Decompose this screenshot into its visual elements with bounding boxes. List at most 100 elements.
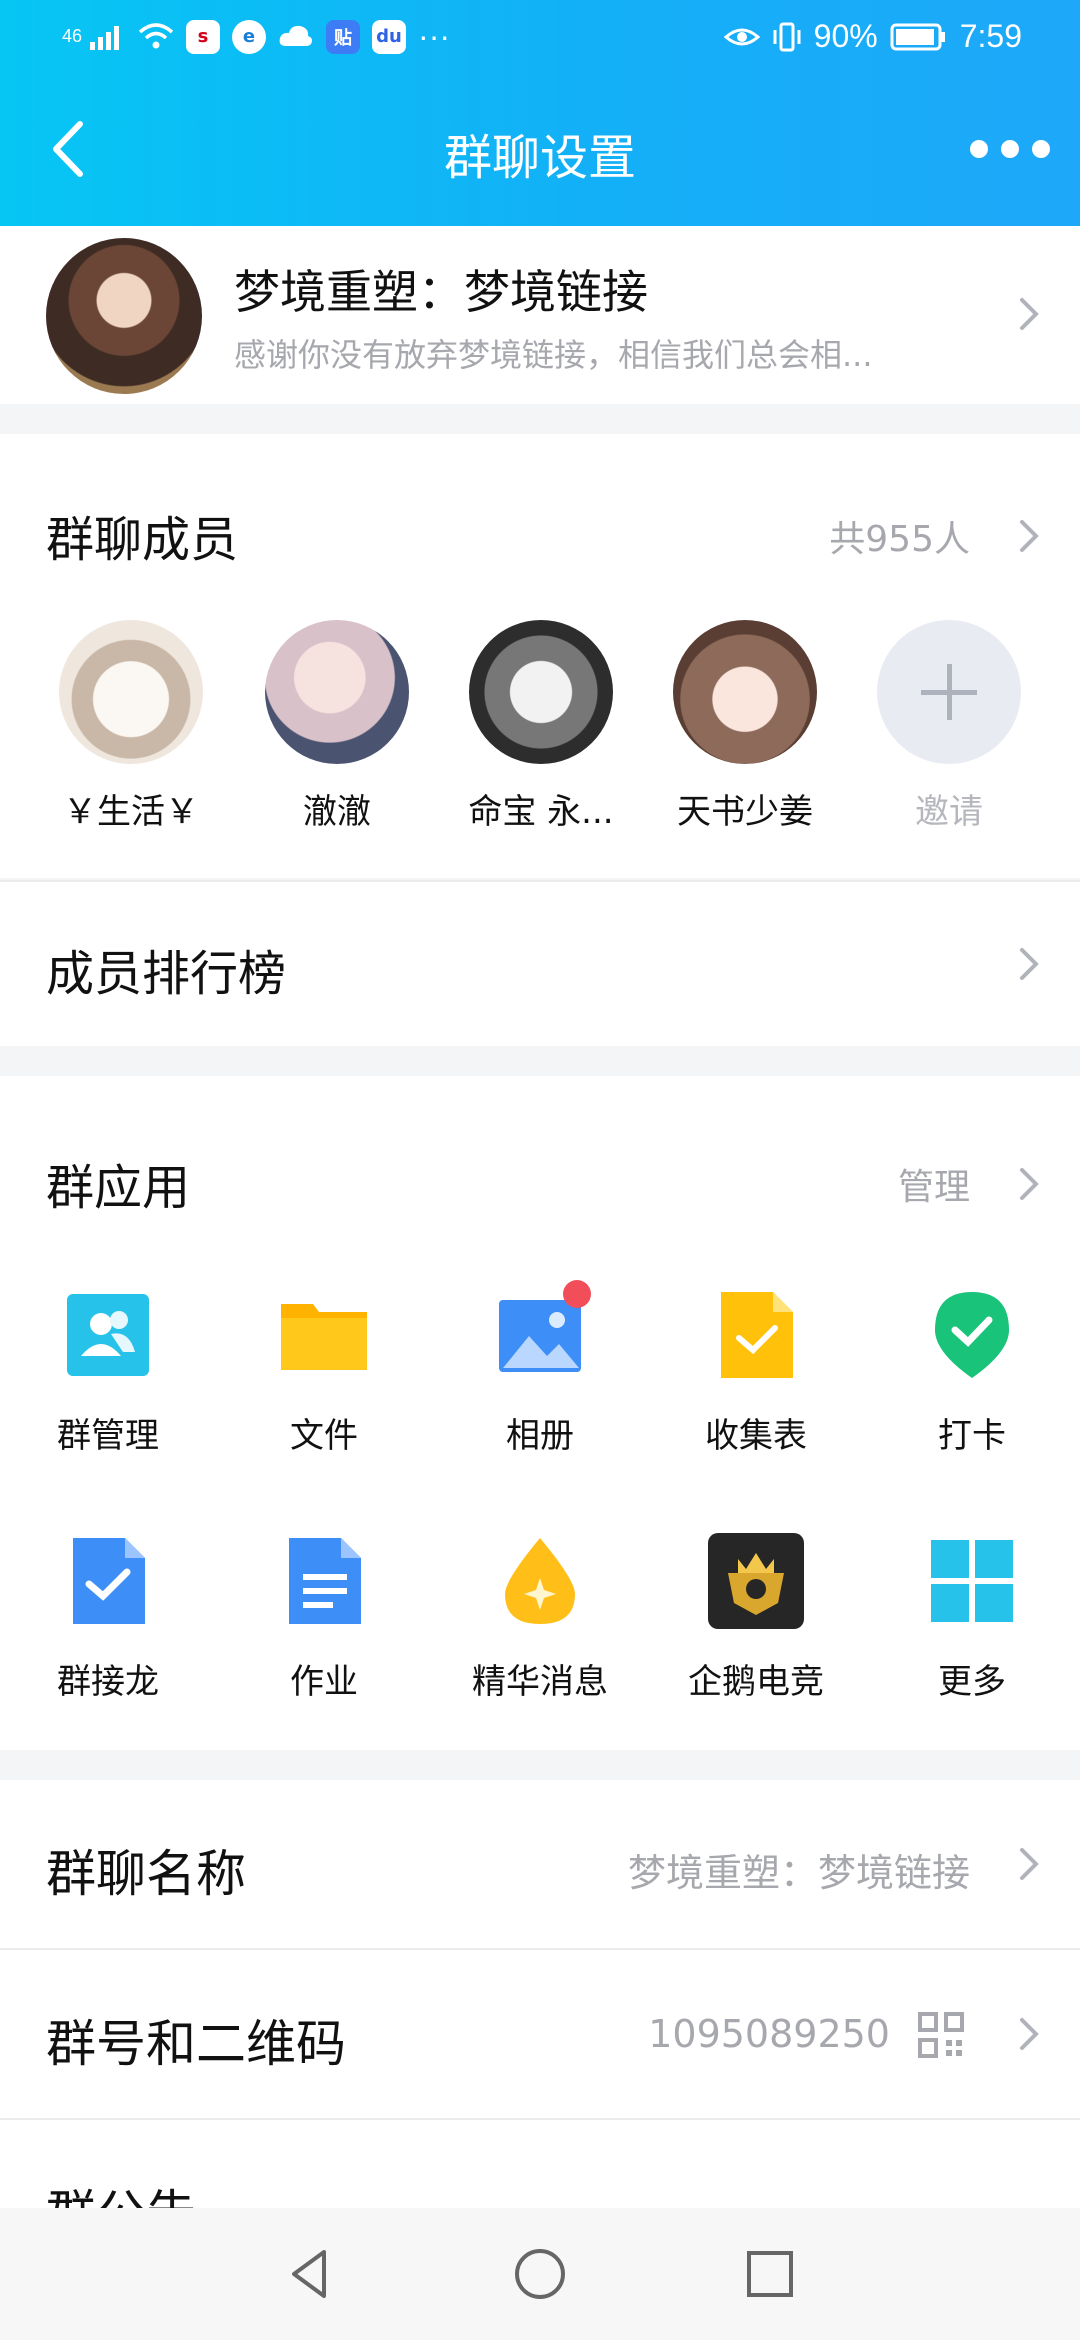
ranking-label: 成员排行榜 xyxy=(46,946,287,1002)
app-group-manage[interactable]: 群管理 xyxy=(18,1290,198,1457)
member-ranking-row[interactable]: 成员排行榜 xyxy=(0,880,1080,1046)
app-relay[interactable]: 群接龙 xyxy=(18,1536,198,1703)
folder-icon xyxy=(279,1290,369,1380)
signal-icon xyxy=(90,25,120,50)
group-name-row[interactable]: 群聊名称 梦境重塑：梦境链接 xyxy=(0,1780,1080,1948)
nav-bar: 群聊设置 xyxy=(0,74,1080,226)
eye-comfort-icon xyxy=(723,28,760,45)
members-title: 群聊成员 xyxy=(46,512,239,568)
qr-code-icon xyxy=(918,2012,964,2058)
homework-icon xyxy=(279,1536,369,1626)
app-label: 更多 xyxy=(938,1662,1006,1702)
vibrate-icon xyxy=(773,22,801,51)
square-recents-icon xyxy=(747,2251,793,2297)
battery-percent: 90% xyxy=(813,18,878,54)
network-type: 46 xyxy=(62,26,83,46)
app-checkin[interactable]: 打卡 xyxy=(882,1290,1062,1457)
wifi-icon xyxy=(138,22,174,48)
page-title: 群聊设置 xyxy=(443,130,636,186)
avatar xyxy=(59,620,203,764)
member-name: 命宝 永... xyxy=(468,792,614,832)
divider xyxy=(0,880,1080,882)
esports-icon xyxy=(708,1533,804,1629)
chevron-right-icon[interactable] xyxy=(1014,516,1044,556)
app-album[interactable]: 相册 xyxy=(450,1280,630,1457)
app-label: 打卡 xyxy=(938,1416,1006,1456)
status-right: 90% 7:59 xyxy=(723,18,1022,55)
app-esports[interactable]: 企鹅电竞 xyxy=(666,1533,846,1703)
member-name: 天书少姜 xyxy=(677,792,813,832)
status-bar: 46 s e 贴 du ··· 90% 7:59 xyxy=(0,0,1080,74)
avatar xyxy=(265,620,409,764)
group-name: 梦境重塑：梦境链接 xyxy=(234,265,648,319)
chevron-right-icon xyxy=(1014,944,1044,984)
circle-home-icon xyxy=(515,2249,565,2299)
nav-back-button[interactable] xyxy=(280,2244,340,2304)
chevron-right-icon xyxy=(1014,294,1044,334)
member-count[interactable]: 共955人 xyxy=(829,510,970,562)
member-item[interactable]: 命宝 永... xyxy=(466,620,616,833)
apps-title: 群应用 xyxy=(46,1160,191,1216)
app-form[interactable]: 收集表 xyxy=(666,1290,846,1457)
app-essence[interactable]: 精华消息 xyxy=(450,1536,630,1703)
form-icon xyxy=(711,1290,801,1380)
member-item[interactable]: 天书少姜 xyxy=(670,620,820,833)
relay-icon xyxy=(63,1536,153,1626)
app-label: 精华消息 xyxy=(472,1662,608,1702)
group-id-qr-row[interactable]: 群号和二维码 1095089250 xyxy=(0,1950,1080,2118)
album-icon xyxy=(495,1280,591,1380)
group-avatar xyxy=(46,238,202,394)
nav-recents-button[interactable] xyxy=(740,2244,800,2304)
plus-icon xyxy=(877,620,1021,764)
group-description: 感谢你没有放弃梦境链接，相信我们总会相... xyxy=(234,336,873,374)
status-left: 46 s e 贴 du ··· xyxy=(62,18,450,55)
app-label: 群管理 xyxy=(57,1416,159,1456)
chevron-right-icon xyxy=(1014,1844,1044,1884)
app-label: 收集表 xyxy=(705,1416,807,1456)
system-nav-bar xyxy=(0,2208,1080,2340)
essence-icon xyxy=(495,1536,585,1626)
group-id-label: 群号和二维码 xyxy=(46,2015,346,2073)
member-item[interactable]: ￥生活￥ xyxy=(56,620,206,833)
group-apps-section: 群应用 管理 群管理 文件 相册 收集表 打卡 群接龙 作业 精华消息 企鹅电竞… xyxy=(0,1076,1080,1750)
app-files[interactable]: 文件 xyxy=(234,1290,414,1457)
more-options-button[interactable] xyxy=(970,124,1050,174)
manage-button[interactable]: 管理 xyxy=(898,1158,970,1210)
more-dot-icon xyxy=(1032,140,1050,158)
clock: 7:59 xyxy=(959,18,1022,54)
invite-label: 邀请 xyxy=(915,792,983,832)
invite-button[interactable]: 邀请 xyxy=(874,620,1024,833)
avatar xyxy=(469,620,613,764)
more-dot-icon xyxy=(1001,140,1019,158)
app-label: 企鹅电竞 xyxy=(688,1662,824,1702)
member-name: ￥生活￥ xyxy=(63,792,199,832)
group-manage-icon xyxy=(63,1290,153,1380)
app-label: 群接龙 xyxy=(57,1662,159,1702)
app-homework[interactable]: 作业 xyxy=(234,1536,414,1703)
header: 46 s e 贴 du ··· 90% 7:59 群聊设置 xyxy=(0,0,1080,226)
member-name: 澈澈 xyxy=(303,792,371,832)
members-section: 群聊成员 共955人 ￥生活￥ 澈澈 命宝 永... 天书少姜 邀请 xyxy=(0,434,1080,878)
cloud-icon xyxy=(279,25,313,46)
app-more[interactable]: 更多 xyxy=(882,1536,1062,1703)
overflow-indicator: ··· xyxy=(418,18,450,54)
battery-icon xyxy=(890,23,945,50)
app-label: 作业 xyxy=(290,1662,358,1702)
member-item[interactable]: 澈澈 xyxy=(262,620,412,833)
more-dot-icon xyxy=(970,140,988,158)
group-id-value: 1095089250 xyxy=(648,2012,890,2056)
nav-home-button[interactable] xyxy=(510,2244,570,2304)
avatar xyxy=(673,620,817,764)
checkin-icon xyxy=(927,1290,1017,1380)
browser-icon: e xyxy=(232,19,267,54)
chevron-right-icon xyxy=(1014,2014,1044,2054)
sina-icon: s xyxy=(186,19,221,54)
tieba-icon: 贴 xyxy=(326,19,361,54)
app-label: 相册 xyxy=(506,1416,574,1456)
group-name-value: 梦境重塑：梦境链接 xyxy=(627,1851,970,1895)
app-label: 文件 xyxy=(290,1416,358,1456)
chevron-right-icon[interactable] xyxy=(1014,1164,1044,1204)
triangle-back-icon xyxy=(292,2250,326,2298)
group-info-row[interactable]: 梦境重塑：梦境链接 感谢你没有放弃梦境链接，相信我们总会相... xyxy=(0,226,1080,404)
more-apps-icon xyxy=(927,1536,1017,1626)
